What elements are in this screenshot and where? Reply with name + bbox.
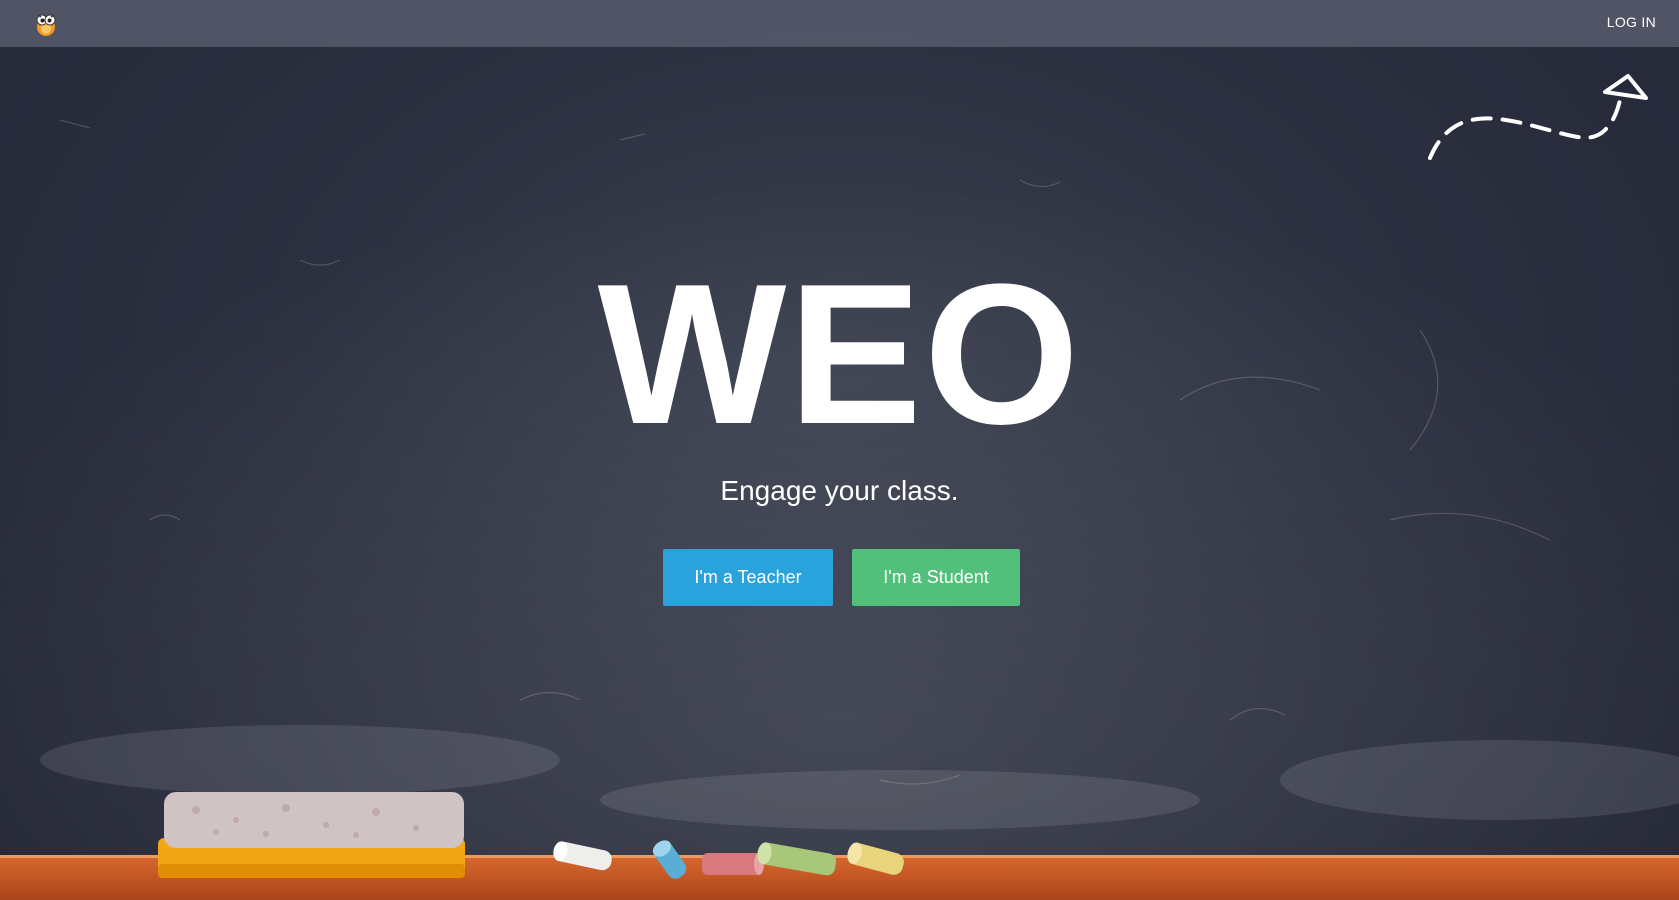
student-button[interactable]: I'm a Student [852,549,1020,606]
top-navigation-bar: LOG IN [0,0,1679,47]
hero-tagline: Engage your class. [720,475,959,506]
blue-chalk-icon [652,840,687,879]
landing-page: LOG IN WEO Engage your class. I'm a Teac… [0,0,1679,900]
teacher-button[interactable]: I'm a Teacher [663,549,833,606]
chalkboard-eraser-icon [158,792,465,878]
green-chalk-icon [757,842,837,876]
white-chalk-icon [553,841,612,871]
yellow-chalk-icon [847,842,904,875]
hero-title: WEO [597,243,1082,466]
dashed-arrow-doodle-icon [1428,74,1648,160]
owl-logo-icon[interactable] [33,11,59,37]
login-link[interactable]: LOG IN [1607,14,1656,30]
